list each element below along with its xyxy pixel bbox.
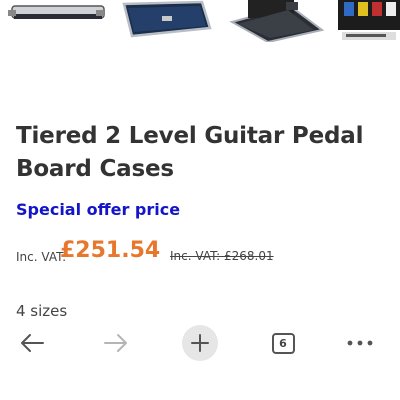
tab-count: 6 bbox=[271, 332, 295, 354]
menu-button[interactable] bbox=[340, 324, 380, 362]
current-price: £251.54 bbox=[60, 238, 161, 263]
browser-toolbar: 6 bbox=[0, 318, 400, 368]
arrow-left-icon bbox=[21, 334, 44, 352]
pedal-board-case-with-pedals-image[interactable] bbox=[338, 0, 400, 42]
pedal-board-case-open-image[interactable] bbox=[228, 0, 326, 42]
pedal-board-case-closed-image[interactable] bbox=[0, 0, 110, 42]
arrow-right-icon bbox=[104, 334, 127, 352]
back-button[interactable] bbox=[12, 324, 52, 362]
special-offer-label: Special offer price bbox=[16, 200, 181, 219]
pedal-board-case-angle-image[interactable] bbox=[122, 0, 214, 42]
tabs-button[interactable]: 6 bbox=[263, 324, 303, 362]
forward-button[interactable] bbox=[96, 324, 136, 362]
original-price: Inc. VAT: £268.01 bbox=[170, 249, 274, 263]
more-dots-icon bbox=[347, 340, 373, 346]
plus-icon bbox=[191, 334, 209, 352]
new-tab-button[interactable] bbox=[180, 324, 220, 362]
product-image-gallery[interactable] bbox=[0, 0, 400, 42]
product-title: Tiered 2 Level Guitar Pedal Board Cases bbox=[16, 123, 364, 182]
vat-label: Inc. VAT: bbox=[16, 250, 67, 264]
